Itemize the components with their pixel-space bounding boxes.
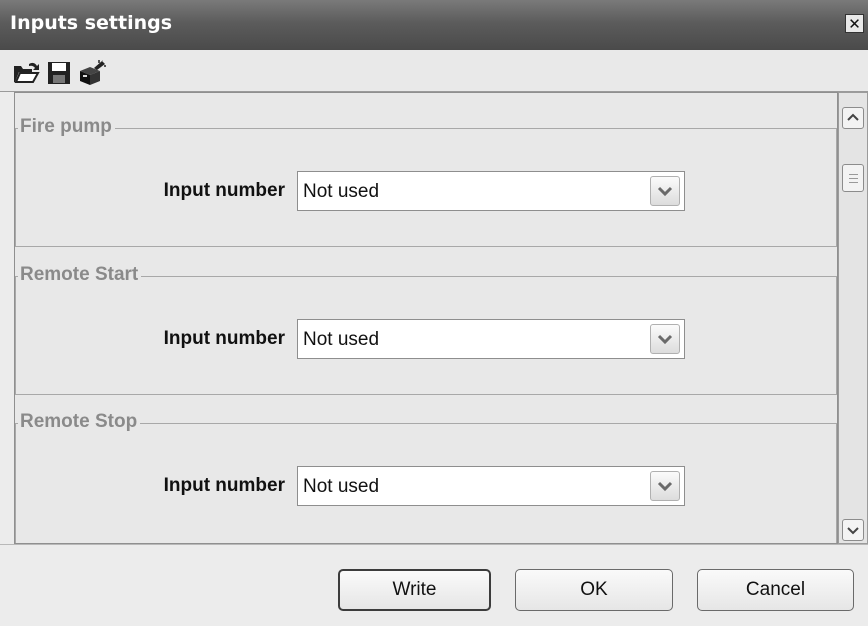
chevron-down-icon <box>657 481 673 492</box>
vertical-scrollbar[interactable] <box>838 92 868 544</box>
chevron-down-icon <box>657 186 673 197</box>
settings-scroll-area: Fire pump Input number Not used Remote S… <box>14 92 838 544</box>
group-remote-stop: Remote Stop Input number Not used <box>15 410 837 543</box>
scroll-thumb[interactable] <box>842 164 864 192</box>
save-floppy-icon[interactable] <box>45 60 73 86</box>
selected-value: Not used <box>303 476 380 497</box>
input-number-row: Input number Not used <box>16 169 836 213</box>
write-button[interactable]: Write <box>338 569 491 611</box>
ok-button[interactable]: OK <box>515 569 673 611</box>
device-write-icon[interactable] <box>78 60 106 86</box>
selected-value: Not used <box>303 329 380 350</box>
inputs-settings-window: Inputs settings ✕ Fire pump Input number <box>0 0 868 626</box>
dropdown-button[interactable] <box>650 324 680 354</box>
close-icon: ✕ <box>848 15 861 33</box>
scroll-up-button[interactable] <box>842 107 864 129</box>
dropdown-button[interactable] <box>650 471 680 501</box>
chevron-up-icon <box>847 113 859 121</box>
chevron-down-icon <box>657 334 673 345</box>
group-title: Remote Start <box>18 263 142 287</box>
remote-start-input-select[interactable]: Not used <box>297 319 685 359</box>
group-remote-start: Remote Start Input number Not used <box>15 263 837 395</box>
toolbar <box>0 50 868 92</box>
group-title: Fire pump <box>18 115 115 139</box>
input-number-row: Input number Not used <box>16 317 836 361</box>
selected-value: Not used <box>303 181 380 202</box>
title-bar[interactable]: Inputs settings ✕ <box>0 0 868 50</box>
close-button[interactable]: ✕ <box>845 14 864 33</box>
input-number-row: Input number Not used <box>16 464 836 508</box>
open-folder-icon[interactable] <box>12 60 40 86</box>
input-number-label: Input number <box>163 180 285 201</box>
window-title: Inputs settings <box>10 12 173 34</box>
chevron-down-icon <box>847 527 859 535</box>
remote-stop-input-select[interactable]: Not used <box>297 466 685 506</box>
group-title: Remote Stop <box>18 410 141 434</box>
group-fire-pump: Fire pump Input number Not used <box>15 115 837 247</box>
cancel-button[interactable]: Cancel <box>697 569 854 611</box>
dropdown-button[interactable] <box>650 176 680 206</box>
fire-pump-input-select[interactable]: Not used <box>297 171 685 211</box>
input-number-label: Input number <box>163 475 285 496</box>
input-number-label: Input number <box>163 328 285 349</box>
button-bar: Write OK Cancel <box>0 544 868 626</box>
scroll-down-button[interactable] <box>842 519 864 541</box>
